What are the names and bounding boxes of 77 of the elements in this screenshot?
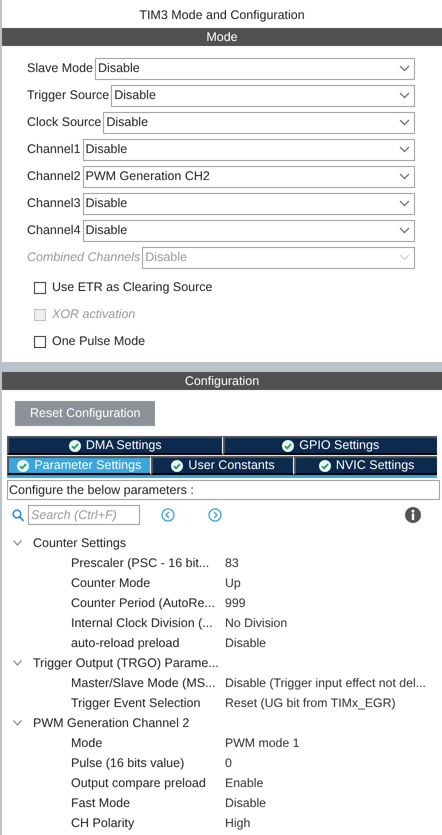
check-circle-icon [282, 440, 294, 452]
parameter-name: Pulse (16 bits value) [71, 754, 186, 772]
section-header: Configuration [2, 372, 442, 390]
field-label: Channel3 [27, 195, 81, 212]
dropdown: Disable [142, 246, 415, 268]
parameter-value[interactable]: High [225, 814, 250, 832]
dropdown[interactable]: Disable [103, 112, 415, 134]
parameter-name: Counter Mode [71, 574, 152, 592]
checkbox[interactable] [34, 336, 46, 348]
field-label: Combined Channels [27, 249, 140, 266]
search-field[interactable]: Search (Ctrl+F) [28, 505, 140, 525]
field-label: Channel2 [27, 168, 81, 186]
check-circle-icon [318, 460, 331, 472]
dropdown[interactable]: Disable [111, 84, 415, 106]
parameter-value[interactable]: Disable [225, 794, 266, 812]
section-header: Mode [2, 28, 442, 46]
chevron-down-icon [399, 227, 410, 234]
checkbox-label: XOR activation [52, 306, 136, 324]
group-label: Trigger Output (TRGO) Parame... [33, 654, 219, 672]
field-label: Channel1 [27, 141, 81, 158]
chevron-down-icon[interactable] [13, 660, 22, 666]
parameter-name: Counter Period (AutoRe... [71, 594, 216, 612]
checkbox-label: One Pulse Mode [52, 333, 146, 350]
parameter-name: Prescaler (PSC - 16 bit... [71, 554, 210, 572]
parameter-value[interactable]: Enable [225, 774, 264, 792]
search-icon [12, 508, 24, 522]
dropdown[interactable]: Disable [82, 138, 415, 160]
parameter-name: auto-reload preload [71, 634, 180, 652]
chevron-down-icon [399, 146, 410, 153]
dropdown[interactable]: Disable [95, 58, 415, 80]
parameter-name: Mode [71, 734, 104, 752]
next-icon[interactable] [208, 508, 222, 522]
parameter-value[interactable]: PWM mode 1 [225, 734, 300, 752]
parameter-name: Master/Slave Mode (MS... [71, 674, 216, 692]
check-circle-icon [17, 460, 30, 472]
field-label: Channel4 [27, 222, 81, 240]
group-label: PWM Generation Channel 2 [33, 714, 190, 732]
parameter-name: Fast Mode [71, 794, 132, 812]
parameter-value[interactable]: Reset (UG bit from TIMx_EGR) [225, 694, 396, 712]
dropdown[interactable]: Disable [82, 192, 415, 214]
parameter-value[interactable]: 83 [225, 554, 239, 572]
parameter-value[interactable]: Up [225, 574, 241, 592]
previous-icon[interactable] [161, 508, 175, 522]
parameter-value[interactable]: No Division [225, 614, 288, 632]
chevron-down-icon[interactable] [13, 720, 22, 726]
tab[interactable]: User Constants [150, 456, 294, 475]
field-label: Slave Mode [27, 60, 94, 78]
window-title: TIM3 Mode and Configuration [138, 7, 306, 24]
parameter-value[interactable]: 999 [225, 594, 246, 612]
chevron-down-icon [399, 254, 410, 261]
parameter-name: Internal Clock Division (... [71, 614, 214, 632]
dropdown[interactable]: Disable [82, 220, 415, 242]
parameter-value[interactable]: 0 [225, 754, 232, 772]
group-label: Counter Settings [33, 534, 126, 552]
tab[interactable]: DMA Settings [7, 436, 222, 455]
dropdown[interactable]: PWM Generation CH2 [82, 166, 415, 188]
check-circle-icon [68, 440, 81, 452]
chevron-down-icon [399, 65, 410, 72]
info-icon [405, 507, 421, 523]
parameter-value[interactable]: Disable [225, 634, 266, 652]
checkbox[interactable] [34, 282, 46, 294]
parameter-name: Trigger Event Selection [71, 694, 202, 712]
parameter-name: CH Polarity [71, 814, 136, 832]
field-label: Clock Source [27, 114, 102, 132]
parameter-name: Output compare preload [71, 774, 207, 792]
description-text: Configure the below parameters : [7, 480, 440, 500]
chevron-down-icon [399, 200, 410, 207]
chevron-down-icon [399, 173, 410, 180]
check-circle-icon [171, 460, 184, 472]
chevron-down-icon [399, 119, 410, 126]
parameter-value[interactable]: Disable (Trigger input effect not del... [225, 674, 426, 692]
tab[interactable]: NVIC Settings [294, 456, 438, 475]
field-label: Trigger Source [27, 87, 110, 104]
checkbox-label: Use ETR as Clearing Source [52, 279, 212, 296]
chevron-down-icon[interactable] [13, 540, 22, 546]
chevron-down-icon [399, 92, 410, 99]
tab[interactable]: GPIO Settings [222, 436, 437, 455]
